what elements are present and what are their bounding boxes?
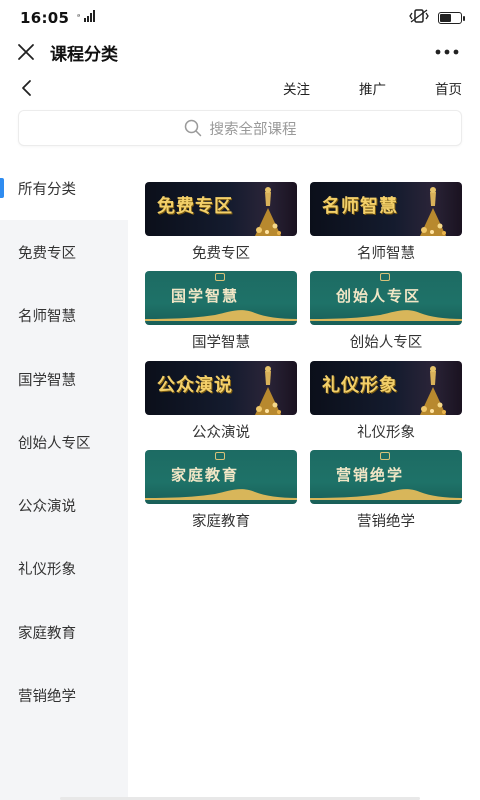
- banner-title: 国学智慧: [171, 287, 240, 305]
- category-banner: 公众演说: [145, 361, 297, 415]
- battery-icon: [438, 12, 465, 24]
- category-label: 营销绝学: [357, 514, 415, 530]
- status-time: 16:05: [20, 9, 70, 27]
- sidebar-item-label: 所有分类: [18, 181, 76, 198]
- search-input[interactable]: 搜索全部课程: [18, 110, 462, 146]
- category-banner: 名师智慧: [310, 182, 462, 236]
- more-button[interactable]: [432, 40, 462, 64]
- badge-icon: [380, 452, 390, 460]
- mountain-wave-icon: [310, 489, 462, 500]
- category-banner: 免费专区: [145, 182, 297, 236]
- category-banner: 国学智慧: [145, 271, 297, 325]
- sidebar-item-marketing[interactable]: 营销绝学: [0, 663, 128, 727]
- nav-link-follow[interactable]: 关注: [234, 78, 310, 98]
- badge-icon: [215, 452, 225, 460]
- mountain-wave-icon: [310, 310, 462, 321]
- banner-title: 礼仪形象: [322, 375, 398, 396]
- close-button[interactable]: [14, 40, 38, 64]
- sidebar-item-all[interactable]: 所有分类: [0, 156, 128, 220]
- banner-title: 免费专区: [157, 196, 233, 217]
- category-banner: 创始人专区: [310, 271, 462, 325]
- category-card-public-speaking[interactable]: 公众演说 公众演说: [145, 361, 297, 451]
- sidebar-item-family[interactable]: 家庭教育: [0, 600, 128, 664]
- battery-fill: [440, 14, 451, 22]
- nav-link-promote[interactable]: 推广: [310, 78, 386, 98]
- status-right: [408, 9, 465, 27]
- category-card-free[interactable]: 免费专区 免费专区: [145, 182, 297, 272]
- status-left: 16:05 ᵃ: [20, 9, 101, 27]
- category-label: 公众演说: [192, 425, 250, 441]
- sidebar-item-sinology[interactable]: 国学智慧: [0, 347, 128, 411]
- sidebar-item-label: 礼仪形象: [18, 561, 76, 578]
- status-bar: 16:05 ᵃ: [0, 0, 480, 36]
- page-title: 课程分类: [50, 44, 118, 65]
- sidebar-item-label: 名师智慧: [18, 308, 76, 325]
- sidebar-item-masters[interactable]: 名师智慧: [0, 283, 128, 347]
- category-card-founders[interactable]: 创始人专区 创始人专区: [310, 271, 462, 361]
- sidebar-item-label: 创始人专区: [18, 435, 91, 452]
- category-card-etiquette[interactable]: 礼仪形象 礼仪形象: [310, 361, 462, 451]
- title-bar: 课程分类: [0, 36, 480, 68]
- category-label: 创始人专区: [349, 335, 423, 351]
- category-label: 家庭教育: [192, 514, 250, 530]
- category-banner: 家庭教育: [145, 450, 297, 504]
- sidebar-item-label: 免费专区: [18, 245, 76, 262]
- sidebar-item-etiquette[interactable]: 礼仪形象: [0, 536, 128, 600]
- vibrate-icon: [408, 9, 430, 27]
- trophy-figure-icon: [255, 187, 281, 236]
- category-card-masters[interactable]: 名师智慧 名师智慧: [310, 182, 462, 272]
- nav-link-home[interactable]: 首页: [386, 78, 462, 98]
- banner-title: 公众演说: [157, 375, 233, 396]
- category-banner: 礼仪形象: [310, 361, 462, 415]
- badge-icon: [215, 273, 225, 281]
- signal-icon: ᵃ: [77, 9, 101, 27]
- category-card-family[interactable]: 家庭教育 家庭教育: [145, 450, 297, 540]
- trophy-figure-icon: [420, 366, 446, 415]
- svg-text:ᵃ: ᵃ: [77, 12, 80, 21]
- sidebar-item-founders[interactable]: 创始人专区: [0, 410, 128, 474]
- category-label: 国学智慧: [192, 335, 250, 351]
- search-icon: [184, 119, 201, 137]
- search-placeholder: 搜索全部课程: [209, 121, 297, 138]
- category-card-sinology[interactable]: 国学智慧 国学智慧: [145, 271, 297, 361]
- category-label: 名师智慧: [357, 246, 415, 262]
- category-label: 礼仪形象: [357, 425, 415, 441]
- sidebar-item-label: 国学智慧: [18, 372, 76, 389]
- trophy-figure-icon: [420, 187, 446, 236]
- mountain-wave-icon: [145, 310, 297, 321]
- nav-links: 关注 推广 首页: [234, 78, 462, 98]
- category-sidebar: 所有分类 免费专区 名师智慧 国学智慧 创始人专区 公众演说 礼仪形象 家庭教育…: [0, 156, 128, 800]
- badge-icon: [380, 273, 390, 281]
- sidebar-item-label: 家庭教育: [18, 625, 76, 642]
- category-grid: 免费专区 免费专区 名师智慧 名师智慧 国学智慧 国学智慧 创始人专区 创始人专…: [128, 156, 480, 800]
- category-card-marketing[interactable]: 营销绝学 营销绝学: [310, 450, 462, 540]
- category-label: 免费专区: [192, 246, 250, 262]
- banner-title: 创始人专区: [336, 287, 422, 305]
- close-icon: [18, 44, 34, 60]
- more-icon: [435, 49, 459, 55]
- sidebar-item-free[interactable]: 免费专区: [0, 220, 128, 284]
- mountain-wave-icon: [145, 489, 297, 500]
- banner-title: 名师智慧: [322, 196, 398, 217]
- chevron-left-icon: [22, 80, 31, 96]
- banner-title: 营销绝学: [336, 466, 405, 484]
- back-button[interactable]: [14, 76, 38, 100]
- sidebar-item-label: 公众演说: [18, 498, 76, 515]
- category-banner: 营销绝学: [310, 450, 462, 504]
- banner-title: 家庭教育: [171, 466, 240, 484]
- sidebar-item-label: 营销绝学: [18, 688, 76, 705]
- web-nav: 关注 推广 首页: [0, 70, 480, 104]
- trophy-figure-icon: [255, 366, 281, 415]
- sidebar-item-public-speaking[interactable]: 公众演说: [0, 473, 128, 537]
- active-indicator: [0, 178, 4, 198]
